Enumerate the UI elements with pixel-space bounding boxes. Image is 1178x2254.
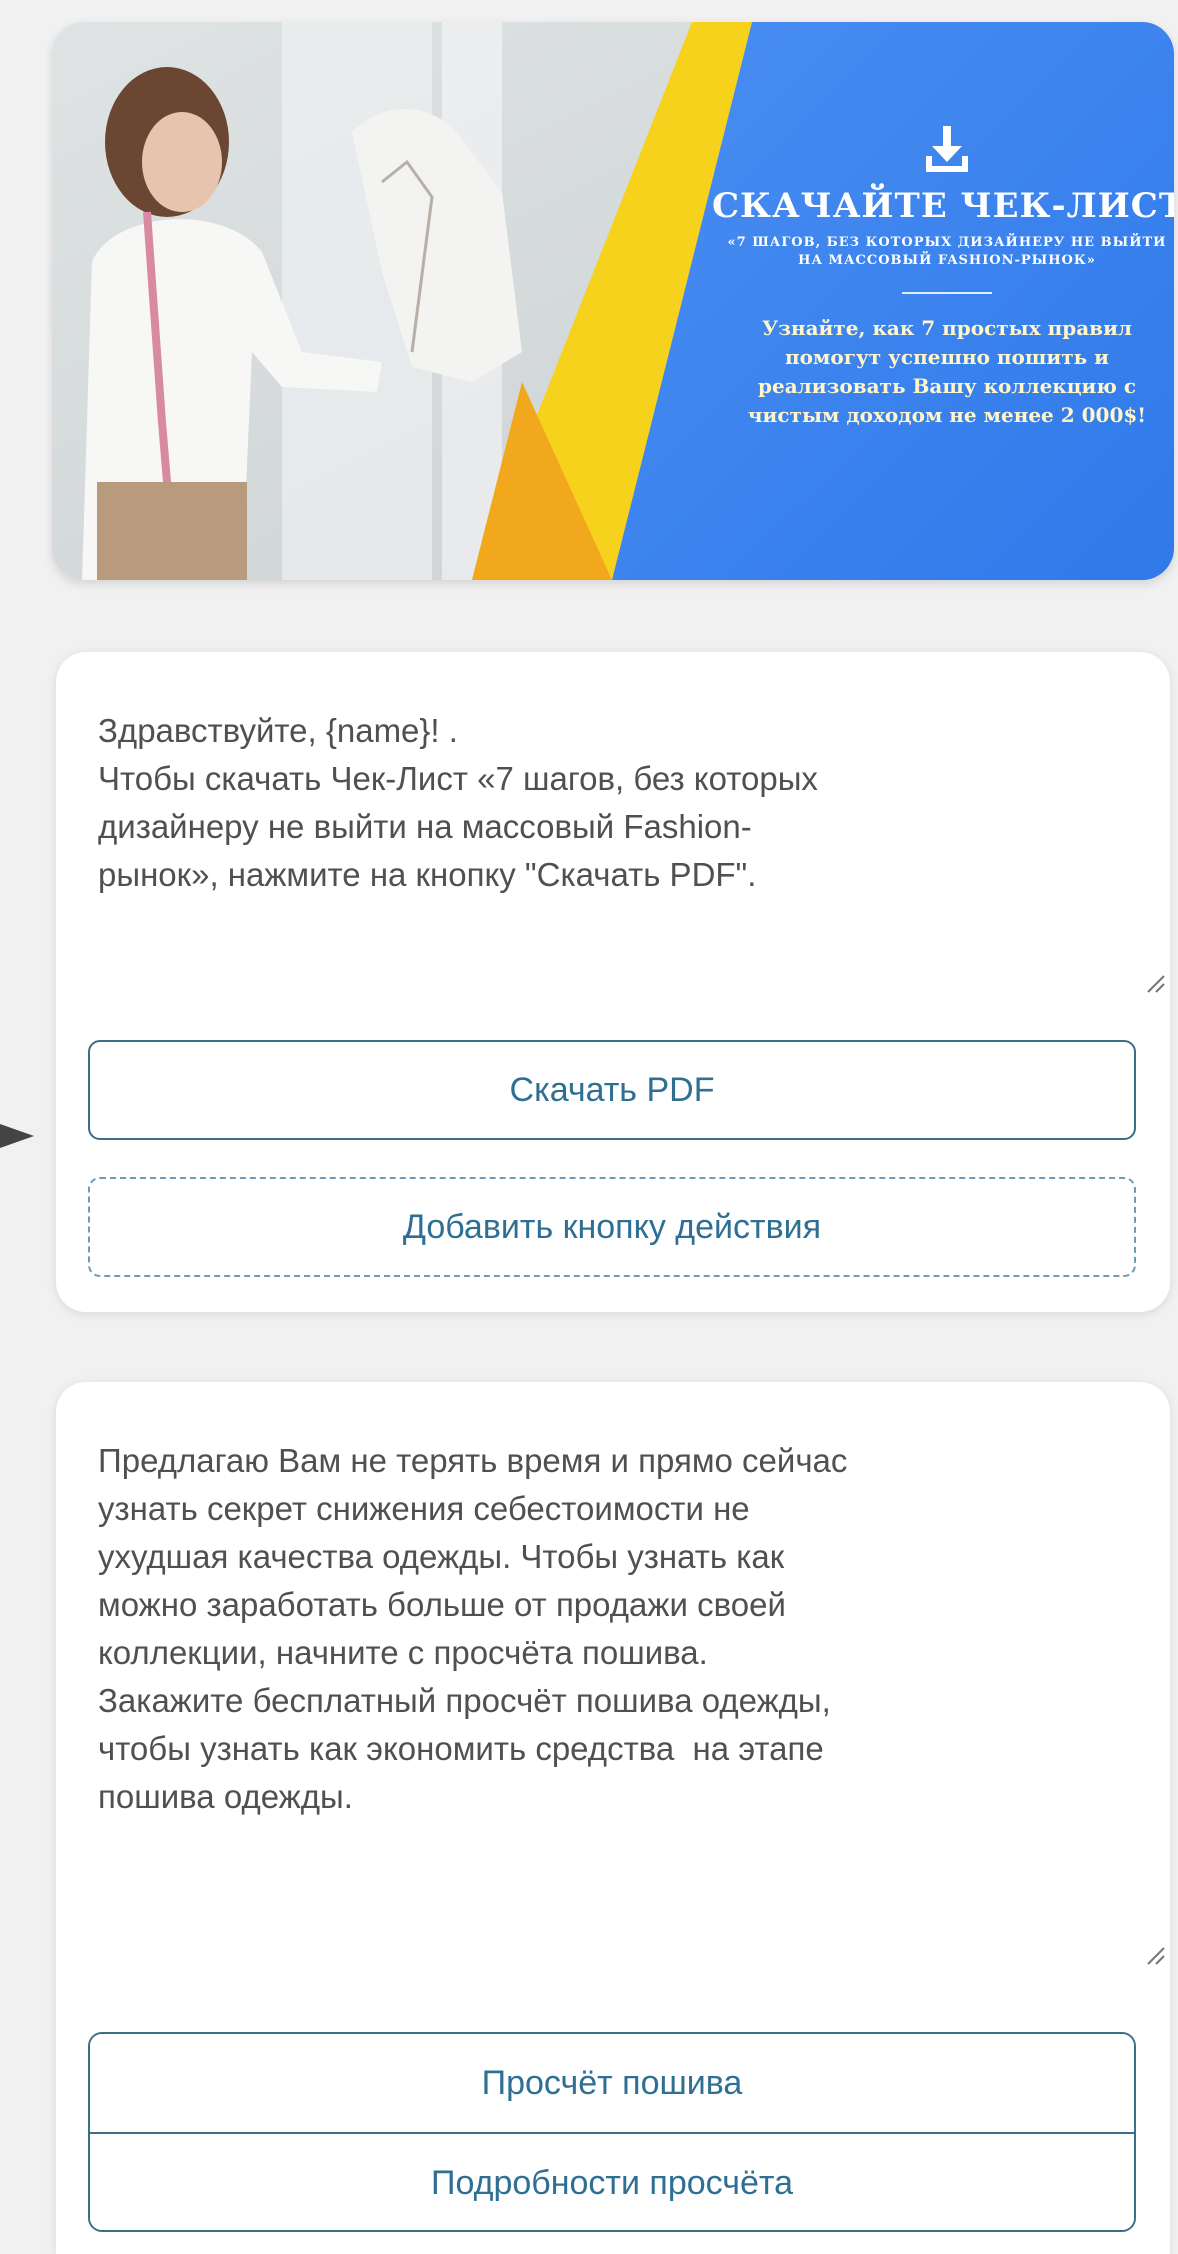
resize-handle-icon[interactable] [1142,1942,1166,1966]
sewing-estimate-button[interactable]: Просчёт пошива [90,2034,1134,2132]
message-card-offer: Предлагаю Вам не терять время и прямо се… [56,1382,1170,2254]
message-card-download: Здравствуйте, {name}! . Чтобы скачать Че… [56,652,1170,1312]
download-icon [926,126,968,172]
estimate-details-button[interactable]: Подробности просчёта [90,2132,1134,2230]
banner-description: Узнайте, как 7 простых правил помогут ус… [747,316,1147,427]
message-text[interactable]: Предлагаю Вам не терять время и прямо се… [98,1437,1138,1821]
banner-subtitle: «7 ШАГОВ, БЕЗ КОТОРЫХ ДИЗАЙНЕРУ НЕ ВЫЙТИ… [727,235,1167,268]
resize-handle-icon[interactable] [1142,970,1166,994]
add-action-button[interactable]: Добавить кнопку действия [88,1177,1136,1277]
message-text[interactable]: Здравствуйте, {name}! . Чтобы скачать Че… [98,707,1138,899]
banner-text-block: СКАЧАЙТЕ ЧЕК-ЛИСТ «7 ШАГОВ, БЕЗ КОТОРЫХ … [712,122,1174,430]
banner-divider [902,292,992,294]
action-button-group: Просчёт пошива Подробности просчёта [88,2032,1136,2232]
download-pdf-button[interactable]: Скачать PDF [88,1040,1136,1140]
pointer-arrow-icon [0,1124,34,1148]
banner-title: СКАЧАЙТЕ ЧЕК-ЛИСТ [712,186,1174,226]
checklist-banner[interactable]: СКАЧАЙТЕ ЧЕК-ЛИСТ «7 ШАГОВ, БЕЗ КОТОРЫХ … [52,22,1174,580]
